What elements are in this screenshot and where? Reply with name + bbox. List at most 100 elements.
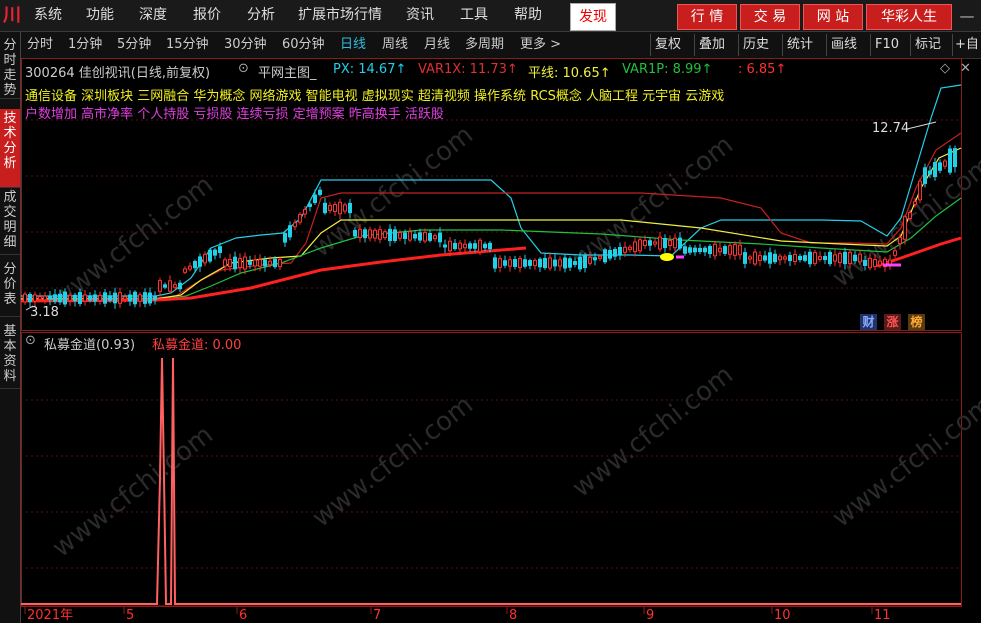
- mark-button[interactable]: 标记: [910, 34, 945, 56]
- menu-discover[interactable]: 发现: [570, 3, 616, 31]
- candle-down: [923, 167, 927, 184]
- minimize-icon[interactable]: —: [957, 6, 977, 26]
- candle-up: [83, 294, 87, 302]
- time-axis-label: 6: [239, 608, 247, 623]
- candle-down: [198, 256, 202, 267]
- period-timeshare[interactable]: 分时: [27, 32, 53, 58]
- menu-news[interactable]: 资讯: [406, 0, 434, 31]
- candle-down: [148, 292, 152, 304]
- period-daily[interactable]: 日线: [340, 32, 366, 58]
- candle-down: [503, 260, 507, 266]
- candle-down: [218, 246, 222, 253]
- sub-collapse-icon[interactable]: ⊙: [25, 333, 36, 348]
- candle-up: [378, 229, 382, 240]
- candle-up: [158, 280, 162, 292]
- side-tab-technical[interactable]: 技术分析: [0, 109, 20, 188]
- candle-down: [353, 229, 357, 237]
- side-tab-fundamentals[interactable]: 基本资料: [0, 322, 20, 389]
- candle-up: [728, 245, 732, 255]
- diamond-icon[interactable]: ◇: [940, 61, 950, 76]
- candle-down: [608, 249, 612, 259]
- candle-up: [243, 256, 247, 270]
- period-more[interactable]: 更多 >: [520, 32, 561, 58]
- candle-up: [43, 295, 47, 301]
- candle-up: [818, 256, 822, 260]
- menu-depth[interactable]: 深度: [139, 0, 167, 31]
- candle-down: [273, 258, 277, 268]
- candle-down: [493, 257, 497, 269]
- candle-up: [228, 259, 232, 267]
- candle-up: [333, 204, 337, 212]
- candle-up: [643, 240, 647, 246]
- website-button[interactable]: 网 站: [803, 4, 863, 30]
- period-monthly[interactable]: 月线: [424, 32, 450, 58]
- rank-badge[interactable]: 榜: [908, 314, 925, 330]
- rise-badge[interactable]: 涨: [884, 314, 901, 330]
- candle-down: [143, 292, 147, 304]
- market-button[interactable]: 行 情: [677, 4, 737, 30]
- side-tab-price-table[interactable]: 分价表: [0, 260, 20, 317]
- candle-down: [213, 249, 217, 256]
- menu-system[interactable]: 系统: [34, 0, 62, 31]
- candle-up: [373, 229, 377, 239]
- close-icon[interactable]: ✕: [960, 61, 971, 76]
- candle-up: [748, 256, 752, 260]
- side-tab-label: 基本资料: [3, 324, 17, 384]
- period-multi[interactable]: 多周期: [465, 32, 504, 58]
- candle-down: [928, 170, 932, 175]
- huacai-life-button[interactable]: 华彩人生: [866, 4, 952, 30]
- f10-button[interactable]: F10: [870, 34, 903, 56]
- candle-up: [183, 268, 187, 273]
- statistics-button[interactable]: 统计: [782, 34, 817, 56]
- menu-function[interactable]: 功能: [86, 0, 114, 31]
- finance-badge[interactable]: 财: [860, 314, 877, 330]
- custom-button[interactable]: +自: [952, 34, 981, 56]
- overlay-button[interactable]: 叠加: [694, 34, 729, 56]
- menu-analysis[interactable]: 分析: [247, 0, 275, 31]
- candle-down: [863, 260, 867, 266]
- candle-down: [663, 237, 667, 249]
- candle-up: [138, 294, 142, 302]
- indicator-name[interactable]: 平网主图_: [258, 62, 317, 81]
- period-1min[interactable]: 1分钟: [68, 32, 102, 58]
- candle-down: [263, 259, 267, 267]
- candle-up: [398, 232, 402, 239]
- candle-down: [603, 249, 607, 263]
- menu-tools[interactable]: 工具: [460, 0, 488, 31]
- candle-down: [233, 256, 237, 270]
- candle-down: [388, 228, 392, 242]
- legend-px: PX: 14.67↑: [333, 62, 407, 77]
- restore-rights-button[interactable]: 复权: [650, 34, 685, 56]
- candle-down: [483, 243, 487, 249]
- candle-up: [718, 247, 722, 253]
- candle-down: [688, 247, 692, 253]
- candle-up: [498, 258, 502, 268]
- side-tab-transactions[interactable]: 成交明细: [0, 188, 20, 255]
- candle-down: [63, 291, 67, 305]
- menu-quote[interactable]: 报价: [193, 0, 221, 31]
- candle-down: [763, 255, 767, 261]
- trade-button[interactable]: 交 易: [740, 4, 800, 30]
- menu-extended-market[interactable]: 扩展市场行情: [298, 0, 382, 31]
- watermark-text: www.cfchi.com: [307, 120, 479, 264]
- candle-down: [438, 232, 442, 243]
- draw-line-button[interactable]: 画线: [826, 34, 861, 56]
- period-weekly[interactable]: 周线: [382, 32, 408, 58]
- sub-indicator-title[interactable]: 私募金道(0.93): [44, 334, 135, 353]
- collapse-icon[interactable]: ⊙: [238, 61, 249, 76]
- candle-down: [473, 243, 477, 249]
- period-5min[interactable]: 5分钟: [117, 32, 151, 58]
- menu-help[interactable]: 帮助: [514, 0, 542, 31]
- period-30min[interactable]: 30分钟: [224, 32, 267, 58]
- period-15min[interactable]: 15分钟: [166, 32, 209, 58]
- candle-down: [93, 294, 97, 302]
- candle-up: [918, 180, 922, 201]
- sub-indicator-value: 私募金道: 0.00: [152, 338, 242, 353]
- side-tab-timeshare[interactable]: 分时走势: [0, 36, 20, 99]
- time-axis-label: 7: [373, 608, 381, 623]
- history-button[interactable]: 历史: [738, 34, 773, 56]
- candle-down: [828, 251, 832, 265]
- candle-up: [878, 260, 882, 266]
- candle-down: [768, 252, 772, 264]
- period-60min[interactable]: 60分钟: [282, 32, 325, 58]
